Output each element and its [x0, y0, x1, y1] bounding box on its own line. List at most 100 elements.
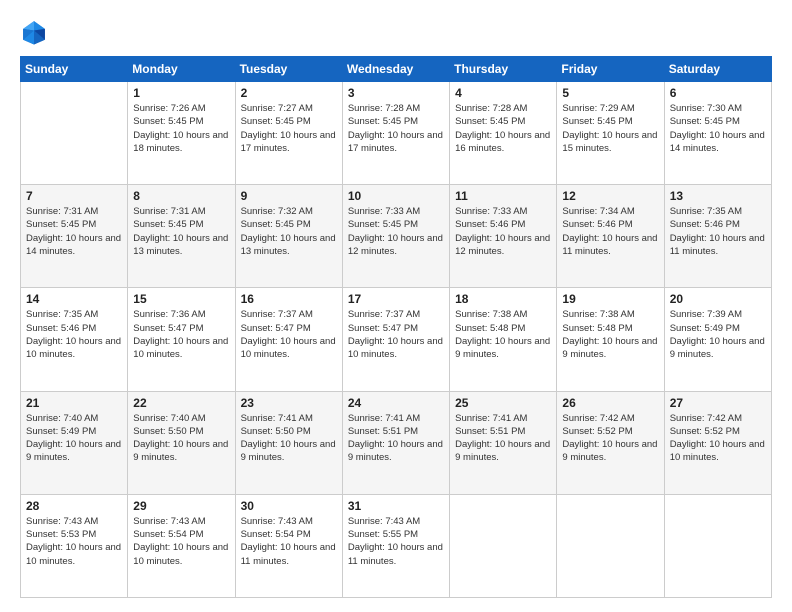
day-header: Sunday: [21, 57, 128, 82]
day-info: Sunrise: 7:28 AMSunset: 5:45 PMDaylight:…: [455, 102, 551, 155]
day-number: 23: [241, 396, 337, 410]
day-info: Sunrise: 7:38 AMSunset: 5:48 PMDaylight:…: [562, 308, 658, 361]
day-number: 2: [241, 86, 337, 100]
calendar-cell: 2 Sunrise: 7:27 AMSunset: 5:45 PMDaylight…: [235, 82, 342, 185]
day-header: Monday: [128, 57, 235, 82]
day-header: Wednesday: [342, 57, 449, 82]
day-number: 16: [241, 292, 337, 306]
day-number: 18: [455, 292, 551, 306]
day-info: Sunrise: 7:41 AMSunset: 5:51 PMDaylight:…: [348, 412, 444, 465]
day-info: Sunrise: 7:26 AMSunset: 5:45 PMDaylight:…: [133, 102, 229, 155]
calendar-body: 1 Sunrise: 7:26 AMSunset: 5:45 PMDaylight…: [21, 82, 772, 598]
calendar-cell: [557, 494, 664, 597]
calendar-week-row: 14 Sunrise: 7:35 AMSunset: 5:46 PMDayligh…: [21, 288, 772, 391]
day-number: 15: [133, 292, 229, 306]
day-info: Sunrise: 7:37 AMSunset: 5:47 PMDaylight:…: [348, 308, 444, 361]
calendar-cell: 17Sunrise: 7:37 AMSunset: 5:47 PMDayligh…: [342, 288, 449, 391]
calendar-cell: 14 Sunrise: 7:35 AMSunset: 5:46 PMDayligh…: [21, 288, 128, 391]
day-info: Sunrise: 7:42 AMSunset: 5:52 PMDaylight:…: [562, 412, 658, 465]
calendar-week-row: 1 Sunrise: 7:26 AMSunset: 5:45 PMDaylight…: [21, 82, 772, 185]
calendar-cell: 7 Sunrise: 7:31 AMSunset: 5:45 PMDaylight…: [21, 185, 128, 288]
day-number: 10: [348, 189, 444, 203]
day-info: Sunrise: 7:40 AMSunset: 5:49 PMDaylight:…: [26, 412, 122, 465]
day-info: Sunrise: 7:43 AMSunset: 5:55 PMDaylight:…: [348, 515, 444, 568]
day-info: Sunrise: 7:40 AMSunset: 5:50 PMDaylight:…: [133, 412, 229, 465]
day-number: 30: [241, 499, 337, 513]
calendar-cell: [21, 82, 128, 185]
logo-icon: [20, 18, 48, 46]
calendar-cell: 31 Sunrise: 7:43 AMSunset: 5:55 PMDayligh…: [342, 494, 449, 597]
day-info: Sunrise: 7:31 AMSunset: 5:45 PMDaylight:…: [133, 205, 229, 258]
calendar-cell: [664, 494, 771, 597]
calendar-cell: 6 Sunrise: 7:30 AMSunset: 5:45 PMDaylight…: [664, 82, 771, 185]
day-number: 22: [133, 396, 229, 410]
day-info: Sunrise: 7:30 AMSunset: 5:45 PMDaylight:…: [670, 102, 766, 155]
calendar-cell: 29 Sunrise: 7:43 AMSunset: 5:54 PMDayligh…: [128, 494, 235, 597]
calendar-cell: 20 Sunrise: 7:39 AMSunset: 5:49 PMDayligh…: [664, 288, 771, 391]
day-number: 3: [348, 86, 444, 100]
day-number: 12: [562, 189, 658, 203]
day-number: 25: [455, 396, 551, 410]
day-header: Friday: [557, 57, 664, 82]
calendar-cell: 15 Sunrise: 7:36 AMSunset: 5:47 PMDayligh…: [128, 288, 235, 391]
day-header: Saturday: [664, 57, 771, 82]
page: SundayMondayTuesdayWednesdayThursdayFrid…: [0, 0, 792, 612]
calendar-cell: 21 Sunrise: 7:40 AMSunset: 5:49 PMDayligh…: [21, 391, 128, 494]
calendar-week-row: 7 Sunrise: 7:31 AMSunset: 5:45 PMDaylight…: [21, 185, 772, 288]
day-number: 7: [26, 189, 122, 203]
day-info: Sunrise: 7:33 AMSunset: 5:45 PMDaylight:…: [348, 205, 444, 258]
calendar-cell: 16 Sunrise: 7:37 AMSunset: 5:47 PMDayligh…: [235, 288, 342, 391]
calendar-cell: 25 Sunrise: 7:41 AMSunset: 5:51 PMDayligh…: [450, 391, 557, 494]
day-info: Sunrise: 7:38 AMSunset: 5:48 PMDaylight:…: [455, 308, 551, 361]
calendar-week-row: 21 Sunrise: 7:40 AMSunset: 5:49 PMDayligh…: [21, 391, 772, 494]
day-info: Sunrise: 7:33 AMSunset: 5:46 PMDaylight:…: [455, 205, 551, 258]
calendar-cell: 4Sunrise: 7:28 AMSunset: 5:45 PMDaylight…: [450, 82, 557, 185]
day-info: Sunrise: 7:42 AMSunset: 5:52 PMDaylight:…: [670, 412, 766, 465]
day-info: Sunrise: 7:36 AMSunset: 5:47 PMDaylight:…: [133, 308, 229, 361]
day-number: 31: [348, 499, 444, 513]
day-number: 6: [670, 86, 766, 100]
day-number: 29: [133, 499, 229, 513]
day-number: 27: [670, 396, 766, 410]
calendar-cell: 5Sunrise: 7:29 AMSunset: 5:45 PMDaylight…: [557, 82, 664, 185]
calendar-cell: 9 Sunrise: 7:32 AMSunset: 5:45 PMDaylight…: [235, 185, 342, 288]
day-number: 21: [26, 396, 122, 410]
header: [20, 18, 772, 46]
day-number: 24: [348, 396, 444, 410]
calendar-cell: 3 Sunrise: 7:28 AMSunset: 5:45 PMDaylight…: [342, 82, 449, 185]
day-number: 28: [26, 499, 122, 513]
day-info: Sunrise: 7:39 AMSunset: 5:49 PMDaylight:…: [670, 308, 766, 361]
day-header: Thursday: [450, 57, 557, 82]
day-number: 1: [133, 86, 229, 100]
calendar-week-row: 28 Sunrise: 7:43 AMSunset: 5:53 PMDayligh…: [21, 494, 772, 597]
day-info: Sunrise: 7:43 AMSunset: 5:53 PMDaylight:…: [26, 515, 122, 568]
day-number: 9: [241, 189, 337, 203]
day-header: Tuesday: [235, 57, 342, 82]
day-info: Sunrise: 7:34 AMSunset: 5:46 PMDaylight:…: [562, 205, 658, 258]
calendar-cell: 18 Sunrise: 7:38 AMSunset: 5:48 PMDayligh…: [450, 288, 557, 391]
day-info: Sunrise: 7:27 AMSunset: 5:45 PMDaylight:…: [241, 102, 337, 155]
day-number: 20: [670, 292, 766, 306]
day-number: 11: [455, 189, 551, 203]
day-info: Sunrise: 7:31 AMSunset: 5:45 PMDaylight:…: [26, 205, 122, 258]
day-info: Sunrise: 7:35 AMSunset: 5:46 PMDaylight:…: [670, 205, 766, 258]
day-number: 14: [26, 292, 122, 306]
calendar-cell: 19 Sunrise: 7:38 AMSunset: 5:48 PMDayligh…: [557, 288, 664, 391]
day-info: Sunrise: 7:32 AMSunset: 5:45 PMDaylight:…: [241, 205, 337, 258]
day-number: 19: [562, 292, 658, 306]
day-info: Sunrise: 7:43 AMSunset: 5:54 PMDaylight:…: [133, 515, 229, 568]
calendar-cell: 12 Sunrise: 7:34 AMSunset: 5:46 PMDayligh…: [557, 185, 664, 288]
day-number: 26: [562, 396, 658, 410]
calendar-cell: 28 Sunrise: 7:43 AMSunset: 5:53 PMDayligh…: [21, 494, 128, 597]
calendar-cell: 24 Sunrise: 7:41 AMSunset: 5:51 PMDayligh…: [342, 391, 449, 494]
logo: [20, 18, 52, 46]
calendar-cell: 10 Sunrise: 7:33 AMSunset: 5:45 PMDayligh…: [342, 185, 449, 288]
day-info: Sunrise: 7:35 AMSunset: 5:46 PMDaylight:…: [26, 308, 122, 361]
calendar-cell: 1 Sunrise: 7:26 AMSunset: 5:45 PMDaylight…: [128, 82, 235, 185]
calendar-cell: 30Sunrise: 7:43 AMSunset: 5:54 PMDayligh…: [235, 494, 342, 597]
day-info: Sunrise: 7:37 AMSunset: 5:47 PMDaylight:…: [241, 308, 337, 361]
calendar-cell: 11 Sunrise: 7:33 AMSunset: 5:46 PMDayligh…: [450, 185, 557, 288]
day-info: Sunrise: 7:28 AMSunset: 5:45 PMDaylight:…: [348, 102, 444, 155]
calendar-cell: 8Sunrise: 7:31 AMSunset: 5:45 PMDaylight…: [128, 185, 235, 288]
day-info: Sunrise: 7:41 AMSunset: 5:51 PMDaylight:…: [455, 412, 551, 465]
